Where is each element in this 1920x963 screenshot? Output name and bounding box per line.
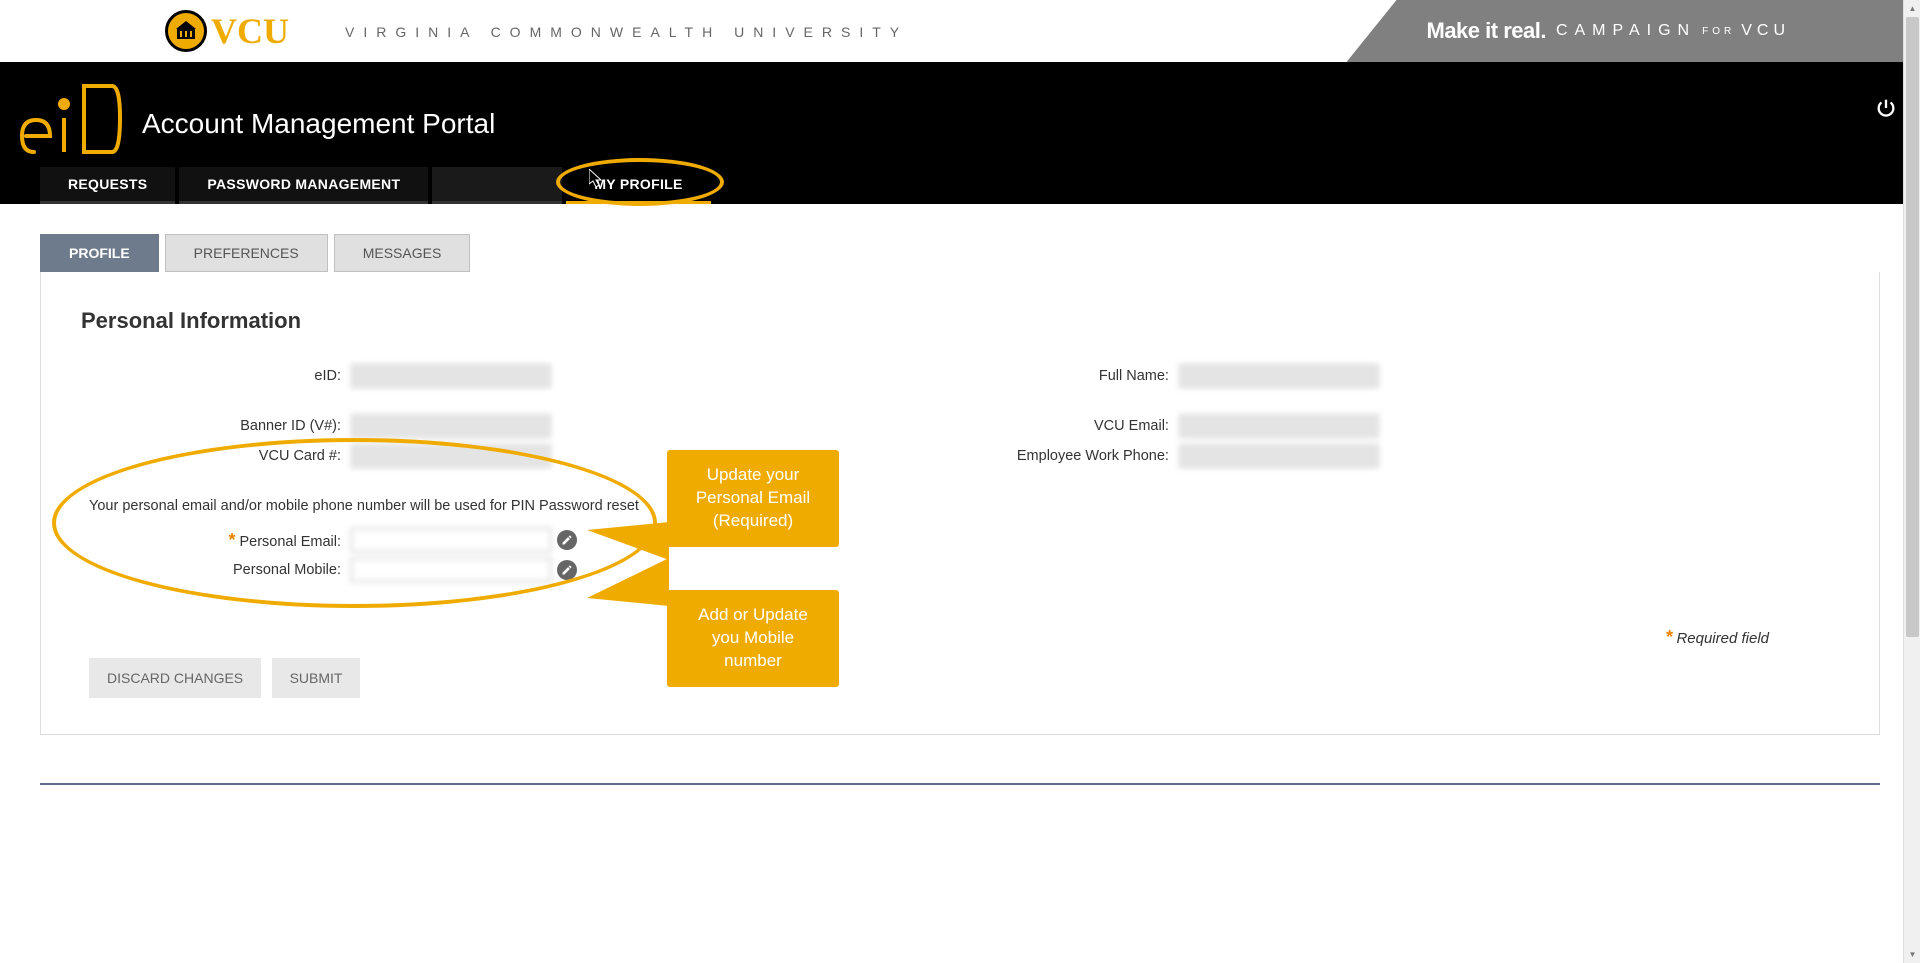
vcu-logo[interactable]: VCU (165, 10, 289, 52)
tab-blank[interactable] (432, 167, 562, 204)
field-banner-id (351, 414, 551, 438)
scroll-thumb[interactable] (1906, 17, 1919, 637)
profile-subtabs: PROFILE PREFERENCES MESSAGES (40, 234, 1880, 272)
subtab-profile[interactable]: PROFILE (40, 234, 159, 272)
university-name: VIRGINIA COMMONWEALTH UNIVERSITY (345, 24, 908, 40)
label-eid: eID: (81, 368, 351, 384)
subtab-messages[interactable]: MESSAGES (334, 234, 471, 272)
label-vcu-card: VCU Card #: (81, 448, 351, 464)
annotation-arrow-email (587, 522, 669, 560)
vertical-scrollbar[interactable]: ▲ ▼ (1903, 0, 1920, 963)
logout-button[interactable] (1874, 96, 1898, 120)
label-personal-email: *Personal Email: (81, 530, 351, 551)
section-title: Personal Information (81, 308, 1839, 334)
edit-email-button[interactable] (557, 530, 577, 550)
portal-header: Account Management Portal REQUESTS PASSW… (0, 62, 1920, 204)
field-work-phone (1179, 444, 1379, 468)
portal-title: Account Management Portal (142, 108, 495, 140)
field-vcu-email (1179, 414, 1379, 438)
tab-my-profile[interactable]: MY PROFILE (566, 167, 710, 204)
university-top-bar: VCU VIRGINIA COMMONWEALTH UNIVERSITY Mak… (0, 0, 1920, 62)
annotation-callout-mobile: Add or Update you Mobile number (667, 590, 839, 687)
label-banner-id: Banner ID (V#): (81, 418, 351, 434)
annotation-arrow-mobile (587, 558, 669, 606)
footer-divider (40, 783, 1880, 785)
campaign-banner[interactable]: Make it real. CAMPAIGN FOR VCU (1347, 0, 1920, 62)
required-field-note: *Required field (1665, 627, 1769, 648)
submit-button[interactable]: SUBMIT (272, 658, 361, 698)
tab-password-management[interactable]: PASSWORD MANAGEMENT (179, 167, 428, 204)
required-asterisk-icon: * (228, 530, 235, 550)
tab-requests[interactable]: REQUESTS (40, 167, 175, 204)
required-asterisk-icon: * (1665, 627, 1672, 647)
field-full-name (1179, 364, 1379, 388)
label-vcu-email: VCU Email: (979, 418, 1179, 434)
helper-text: Your personal email and/or mobile phone … (89, 498, 639, 514)
label-personal-mobile: Personal Mobile: (81, 562, 351, 578)
subtab-preferences[interactable]: PREFERENCES (165, 234, 328, 272)
field-vcu-card (351, 444, 551, 468)
eid-logo[interactable] (18, 80, 126, 163)
campaign-vcu: VCU (1741, 22, 1790, 40)
label-work-phone: Employee Work Phone: (979, 448, 1179, 464)
scroll-down-arrow-icon[interactable]: ▼ (1904, 946, 1920, 963)
campaign-for: FOR (1702, 26, 1735, 37)
input-personal-email[interactable] (351, 528, 551, 552)
field-eid (351, 364, 551, 388)
input-personal-mobile[interactable] (351, 558, 551, 582)
label-full-name: Full Name: (979, 368, 1179, 384)
edit-mobile-button[interactable] (557, 560, 577, 580)
main-nav: REQUESTS PASSWORD MANAGEMENT MY PROFILE (40, 167, 711, 204)
scroll-up-arrow-icon[interactable]: ▲ (1904, 0, 1920, 17)
annotation-callout-email: Update your Personal Email (Required) (667, 450, 839, 547)
vcu-seal-icon (165, 10, 207, 52)
campaign-word: CAMPAIGN (1556, 22, 1696, 40)
profile-panel: Personal Information eID: Banner ID (V#)… (40, 272, 1880, 735)
discard-changes-button[interactable]: DISCARD CHANGES (89, 658, 261, 698)
vcu-wordmark: VCU (211, 10, 289, 52)
campaign-slogan: Make it real. (1427, 18, 1546, 44)
main-content: PROFILE PREFERENCES MESSAGES Personal In… (0, 204, 1920, 765)
